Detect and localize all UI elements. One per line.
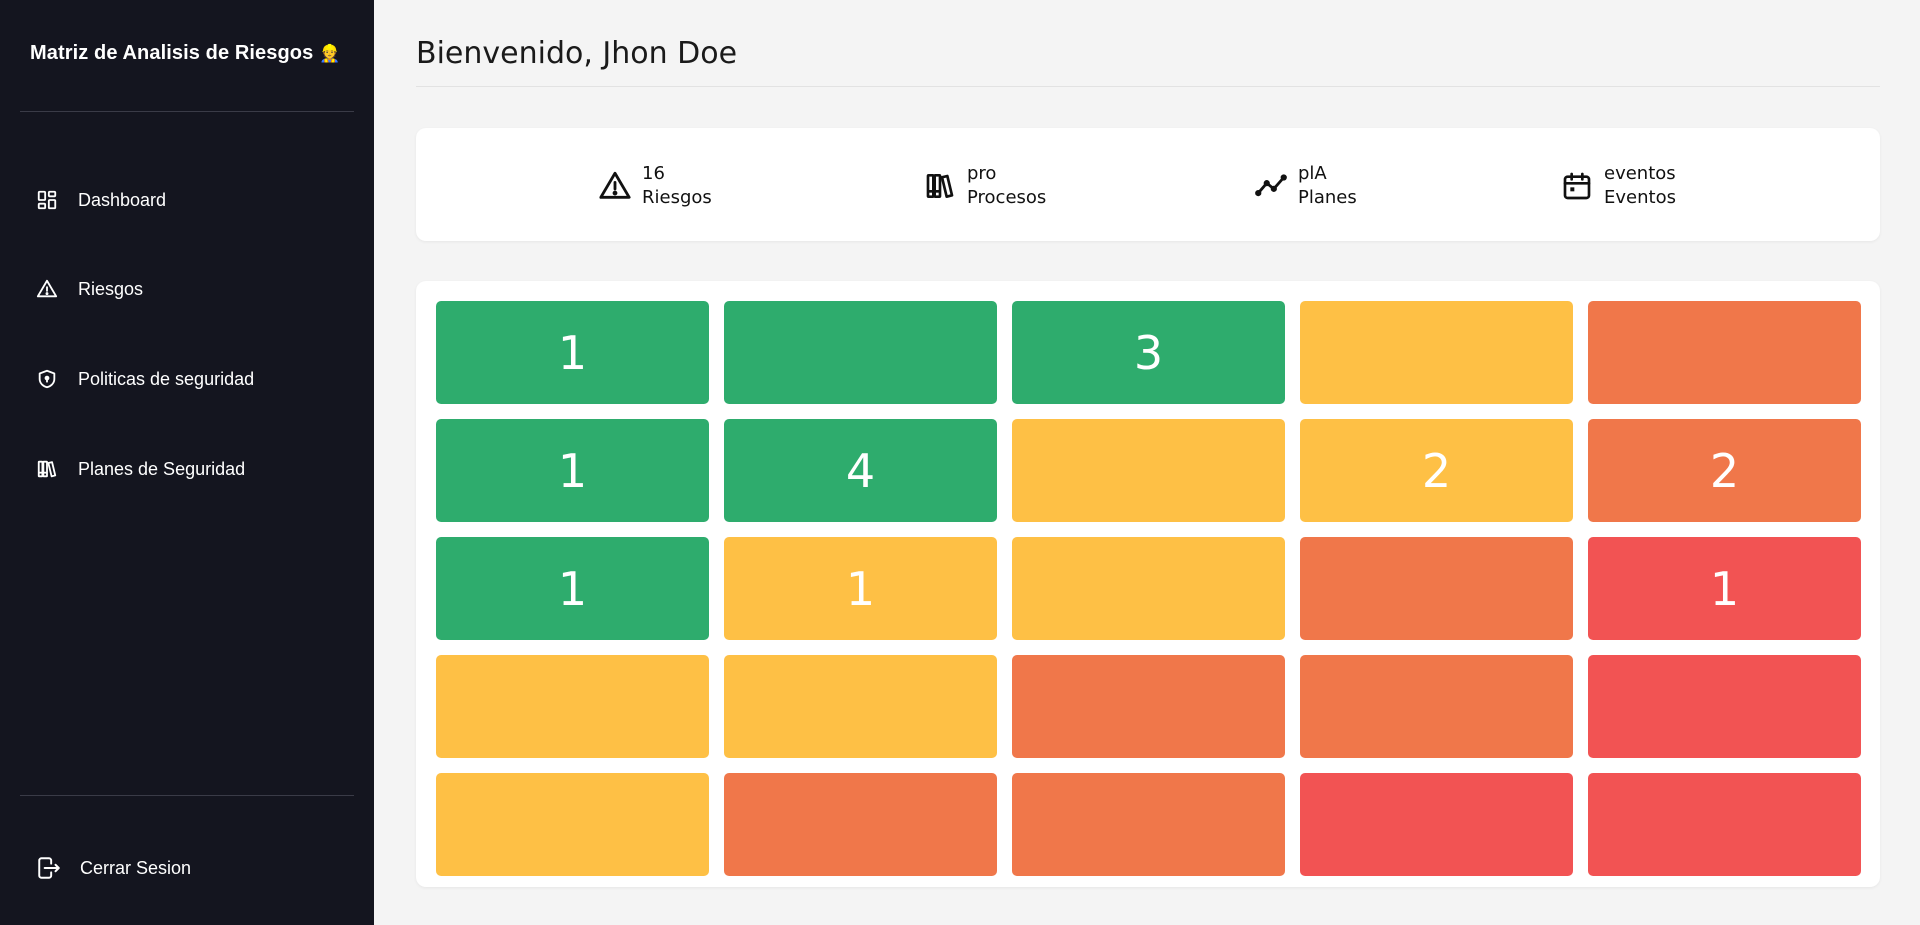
warning-icon: [596, 167, 634, 205]
risk-cell[interactable]: [1300, 655, 1573, 758]
risk-cell[interactable]: [1012, 773, 1285, 876]
calendar-icon: [1558, 167, 1596, 205]
sidebar-item-riesgos[interactable]: Riesgos: [34, 269, 143, 309]
trend-line-icon: [1252, 167, 1290, 205]
sidebar-item-label: Planes de Seguridad: [78, 458, 246, 479]
stats-card: 16 Riesgos pro Procesos plA Planes event…: [416, 128, 1880, 241]
shield-icon: [34, 366, 60, 392]
logout-label: Cerrar Sesion: [80, 857, 192, 878]
risk-cell[interactable]: 1: [436, 301, 709, 404]
risk-cell[interactable]: [436, 655, 709, 758]
books-icon: [34, 456, 60, 482]
risk-cell[interactable]: 1: [1588, 537, 1861, 640]
risk-cell[interactable]: 1: [724, 537, 997, 640]
risk-cell[interactable]: [1012, 655, 1285, 758]
sidebar-divider-top: [20, 111, 354, 112]
warning-icon: [34, 276, 60, 302]
title-divider: [416, 86, 1880, 87]
stat-label: Eventos: [1604, 187, 1676, 208]
sidebar-item-label: Riesgos: [78, 278, 144, 299]
risk-matrix-grid: 131422111: [436, 301, 1861, 876]
logout-button[interactable]: Cerrar Sesion: [36, 848, 191, 888]
stat-procesos[interactable]: pro Procesos: [921, 162, 1046, 210]
stat-label: Riesgos: [642, 187, 712, 208]
risk-cell[interactable]: 4: [724, 419, 997, 522]
risk-cell[interactable]: [1588, 301, 1861, 404]
risk-cell[interactable]: [1588, 655, 1861, 758]
sidebar-divider-bottom: [20, 795, 354, 796]
sidebar-item-politicas[interactable]: Politicas de seguridad: [34, 359, 254, 399]
risk-cell[interactable]: [1300, 773, 1573, 876]
risk-cell[interactable]: [1300, 537, 1573, 640]
risk-cell[interactable]: 2: [1588, 419, 1861, 522]
stat-label: Procesos: [967, 187, 1047, 208]
page-title: Bienvenido, Jhon Doe: [416, 36, 738, 71]
stat-value: pro: [967, 163, 997, 184]
risk-cell[interactable]: [1300, 301, 1573, 404]
stat-label: Planes: [1298, 187, 1357, 208]
risk-cell[interactable]: [1588, 773, 1861, 876]
stat-eventos[interactable]: eventos Eventos: [1558, 162, 1676, 210]
app-title: Matriz de Analisis de Riesgos 👷: [30, 42, 341, 65]
sidebar-item-dashboard[interactable]: Dashboard: [34, 180, 166, 220]
risk-cell[interactable]: 2: [1300, 419, 1573, 522]
sidebar-item-planes[interactable]: Planes de Seguridad: [34, 449, 245, 489]
stat-value: eventos: [1604, 163, 1676, 184]
books-icon: [921, 167, 959, 205]
risk-cell[interactable]: [724, 655, 997, 758]
stat-value: 16: [642, 163, 665, 184]
sidebar-item-label: Dashboard: [78, 189, 167, 210]
risk-cell[interactable]: 1: [436, 419, 709, 522]
app-title-text: Matriz de Analisis de Riesgos: [30, 42, 314, 64]
main-content: Bienvenido, Jhon Doe 16 Riesgos pro Proc…: [374, 0, 1920, 925]
sidebar-item-label: Politicas de seguridad: [78, 368, 255, 389]
risk-cell[interactable]: [436, 773, 709, 876]
risk-cell[interactable]: [724, 301, 997, 404]
stat-value: plA: [1298, 163, 1327, 184]
risk-cell[interactable]: [724, 773, 997, 876]
worker-emoji-icon: 👷: [319, 44, 341, 63]
dashboard-icon: [34, 187, 60, 213]
stat-planes[interactable]: plA Planes: [1252, 162, 1357, 210]
risk-cell[interactable]: [1012, 537, 1285, 640]
risk-matrix: 131422111: [416, 281, 1880, 887]
stat-riesgos[interactable]: 16 Riesgos: [596, 162, 712, 210]
risk-cell[interactable]: 3: [1012, 301, 1285, 404]
risk-cell[interactable]: 1: [436, 537, 709, 640]
logout-icon: [36, 855, 62, 881]
risk-cell[interactable]: [1012, 419, 1285, 522]
sidebar: Matriz de Analisis de Riesgos 👷 Dashboard…: [0, 0, 374, 925]
